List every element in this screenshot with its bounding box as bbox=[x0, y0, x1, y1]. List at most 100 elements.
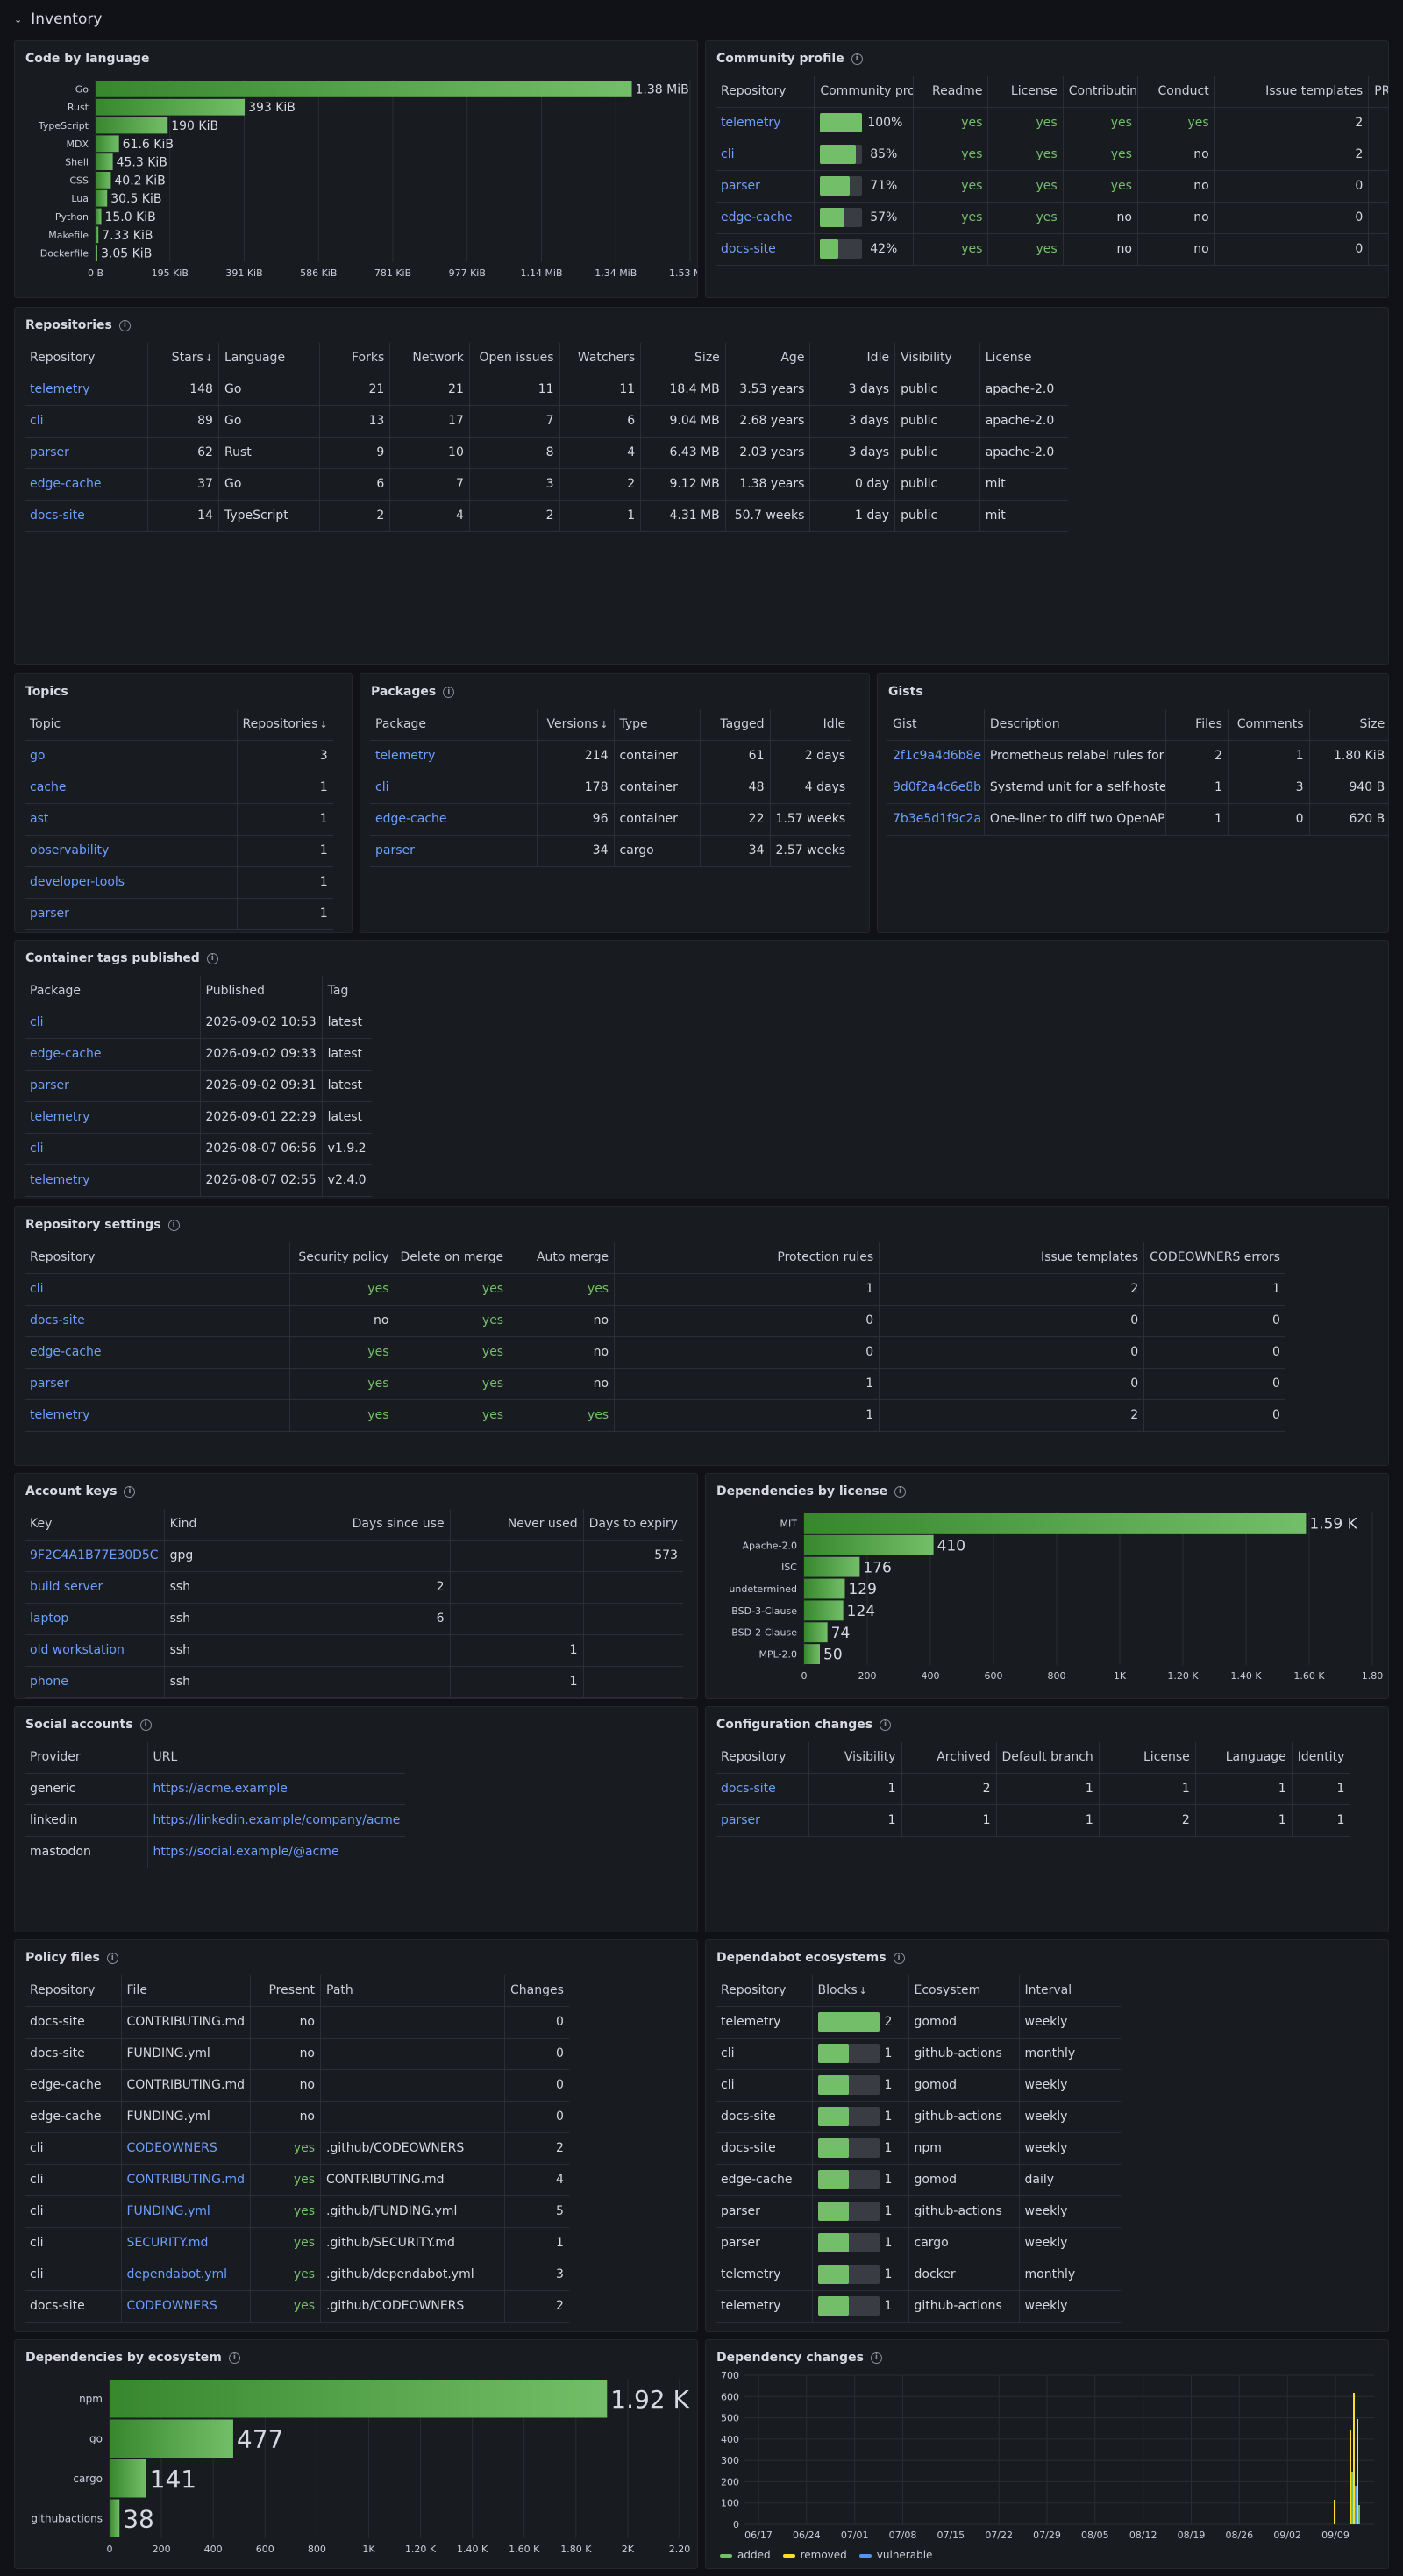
column-header[interactable]: Days since use bbox=[296, 1509, 451, 1541]
gist-link[interactable]: 2f1c9a4d6b8e bbox=[887, 740, 985, 772]
repo-link[interactable]: cli bbox=[716, 139, 815, 171]
repo-link[interactable]: docs-site bbox=[25, 1305, 290, 1337]
package-link[interactable]: telemetry bbox=[370, 740, 538, 772]
column-header[interactable]: Security policy bbox=[289, 1242, 395, 1274]
column-header[interactable]: CODEOWNERS errors bbox=[1143, 1242, 1285, 1274]
info-icon[interactable]: i bbox=[228, 2352, 240, 2364]
column-header[interactable]: Topic bbox=[25, 709, 238, 741]
info-icon[interactable]: i bbox=[124, 1485, 136, 1498]
column-header[interactable]: Repository bbox=[25, 1242, 290, 1274]
package-link[interactable]: edge-cache bbox=[25, 1038, 201, 1071]
topic-link[interactable]: parser bbox=[25, 898, 238, 930]
info-icon[interactable]: i bbox=[118, 319, 131, 331]
repo-link[interactable]: parser bbox=[25, 1368, 290, 1400]
column-header[interactable]: Issue templates bbox=[1214, 76, 1370, 108]
column-header[interactable]: Stars ↓ bbox=[147, 343, 219, 374]
info-icon[interactable]: i bbox=[894, 1485, 907, 1498]
repo-link[interactable]: cli bbox=[25, 405, 149, 438]
column-header[interactable]: Open issues bbox=[469, 343, 560, 374]
column-header[interactable]: Files bbox=[1165, 709, 1229, 741]
key-link[interactable]: 9F2C4A1B77E30D5C bbox=[25, 1540, 165, 1572]
topic-link[interactable]: cache bbox=[25, 772, 238, 804]
key-link[interactable]: old workstation bbox=[25, 1634, 165, 1667]
repo-link[interactable]: telemetry bbox=[716, 107, 815, 139]
repo-link[interactable]: docs-site bbox=[716, 1773, 809, 1805]
column-header[interactable]: Visibility bbox=[894, 343, 980, 374]
repo-link[interactable]: docs-site bbox=[716, 233, 815, 266]
package-link[interactable]: parser bbox=[370, 835, 538, 867]
column-header[interactable]: License bbox=[987, 76, 1064, 108]
column-header[interactable]: Identity bbox=[1292, 1742, 1350, 1774]
info-icon[interactable]: i bbox=[893, 1952, 905, 1964]
column-header[interactable]: Idle bbox=[809, 343, 896, 374]
info-icon[interactable]: i bbox=[206, 952, 218, 964]
key-link[interactable]: phone bbox=[25, 1666, 165, 1698]
column-header[interactable]: Idle bbox=[770, 709, 851, 741]
column-header[interactable]: Watchers bbox=[559, 343, 642, 374]
gist-link[interactable]: 9d0f2a4c6e8b bbox=[887, 772, 985, 804]
package-link[interactable]: cli bbox=[25, 1133, 201, 1165]
column-header[interactable]: Tag bbox=[322, 976, 372, 1007]
column-header[interactable]: Never used bbox=[450, 1509, 584, 1541]
column-header[interactable]: URL bbox=[147, 1742, 406, 1774]
column-header[interactable]: License bbox=[979, 343, 1068, 374]
column-header[interactable]: Readme bbox=[913, 76, 989, 108]
legend-item[interactable]: added bbox=[720, 2549, 771, 2561]
column-header[interactable]: Description bbox=[984, 709, 1167, 741]
legend-item[interactable]: vulnerable bbox=[858, 2549, 932, 2561]
url-link[interactable]: https://linkedin.example/company/acme bbox=[147, 1804, 406, 1837]
column-header[interactable]: Repositories ↓ bbox=[237, 709, 333, 741]
repo-link[interactable]: cli bbox=[25, 1273, 290, 1306]
repo-link[interactable]: edge-cache bbox=[716, 202, 815, 234]
package-link[interactable]: cli bbox=[370, 772, 538, 804]
info-icon[interactable]: i bbox=[851, 53, 863, 65]
gist-link[interactable]: 7b3e5d1f9c2a bbox=[887, 803, 985, 836]
column-header[interactable]: Conduct bbox=[1137, 76, 1215, 108]
repo-link[interactable]: parser bbox=[716, 170, 815, 203]
column-header[interactable]: Size bbox=[640, 343, 726, 374]
column-header[interactable]: Package bbox=[25, 976, 201, 1007]
info-icon[interactable]: i bbox=[880, 1719, 892, 1731]
column-header[interactable]: Protection rules bbox=[614, 1242, 880, 1274]
column-header[interactable]: Provider bbox=[25, 1742, 148, 1774]
file-link[interactable]: CONTRIBUTING.md bbox=[121, 2164, 252, 2196]
column-header[interactable]: Published bbox=[200, 976, 323, 1007]
repo-link[interactable]: edge-cache bbox=[25, 1336, 290, 1369]
repo-link[interactable]: docs-site bbox=[25, 500, 149, 532]
column-header[interactable]: Repository bbox=[716, 1975, 813, 2007]
column-header[interactable]: Changes bbox=[504, 1975, 569, 2007]
column-header[interactable]: Size bbox=[1309, 709, 1388, 741]
column-header[interactable]: Repository bbox=[716, 76, 815, 108]
column-header[interactable]: Days to expiry bbox=[583, 1509, 683, 1541]
column-header[interactable]: File bbox=[121, 1975, 252, 2007]
info-icon[interactable]: i bbox=[167, 1219, 180, 1231]
package-link[interactable]: parser bbox=[25, 1070, 201, 1102]
column-header[interactable]: Key bbox=[25, 1509, 165, 1541]
legend-item[interactable]: removed bbox=[782, 2549, 847, 2561]
column-header[interactable]: Contributing bbox=[1063, 76, 1138, 108]
topic-link[interactable]: observability bbox=[25, 835, 238, 867]
column-header[interactable]: Archived bbox=[901, 1742, 997, 1774]
column-header[interactable]: PR templates bbox=[1368, 76, 1388, 108]
file-link[interactable]: CODEOWNERS bbox=[121, 2132, 252, 2165]
column-header[interactable]: Age bbox=[725, 343, 811, 374]
repo-link[interactable]: telemetry bbox=[25, 374, 149, 406]
column-header[interactable]: Path bbox=[320, 1975, 506, 2007]
column-header[interactable]: Language bbox=[218, 343, 320, 374]
topic-link[interactable]: ast bbox=[25, 803, 238, 836]
file-link[interactable]: SECURITY.md bbox=[121, 2227, 252, 2259]
column-header[interactable]: Blocks ↓ bbox=[812, 1975, 909, 2007]
url-link[interactable]: https://acme.example bbox=[147, 1773, 406, 1805]
url-link[interactable]: https://social.example/@acme bbox=[147, 1836, 406, 1868]
repo-link[interactable]: parser bbox=[25, 437, 149, 469]
column-header[interactable]: Community profile bbox=[814, 76, 915, 108]
column-header[interactable]: Forks bbox=[319, 343, 391, 374]
column-header[interactable]: Gist bbox=[887, 709, 985, 741]
file-link[interactable]: FUNDING.yml bbox=[121, 2195, 252, 2228]
column-header[interactable]: Type bbox=[614, 709, 701, 741]
column-header[interactable]: Auto merge bbox=[509, 1242, 616, 1274]
chevron-down-icon[interactable]: ⌄ bbox=[14, 14, 22, 25]
info-icon[interactable]: i bbox=[139, 1719, 152, 1731]
column-header[interactable]: Visibility bbox=[808, 1742, 902, 1774]
column-header[interactable]: Versions ↓ bbox=[537, 709, 615, 741]
